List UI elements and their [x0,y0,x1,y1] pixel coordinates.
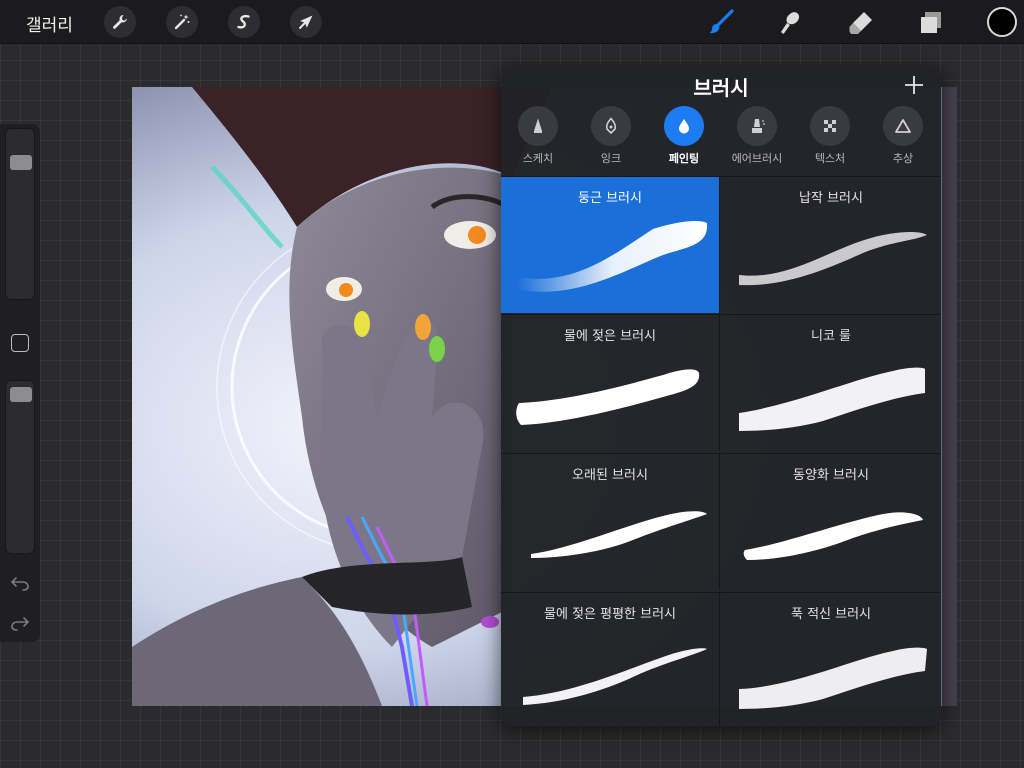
panel-title: 브러시 [693,76,749,100]
brush-item-old[interactable]: 오래된 브러시 [501,453,720,590]
airbrush-icon [752,119,765,133]
selection-button[interactable] [228,6,260,38]
pen-nib-icon [605,117,617,135]
magic-wand-icon [174,14,190,30]
selection-s-icon [237,14,250,29]
brush-stroke-preview [739,647,927,709]
erase-tool-button[interactable] [845,6,877,38]
adjustments-button[interactable] [166,6,198,38]
transform-button[interactable] [290,6,322,38]
brush-item-wet[interactable]: 물에 젖은 브러시 [501,314,720,451]
brush-list: 둥근 브러시 납작 브러시 물에 젖은 브러시 니코 룰 오래된 브러시 동양화… [501,176,941,726]
brush-item-flat[interactable]: 납작 브러시 [721,176,941,313]
layers-icon [921,12,941,33]
actions-button[interactable] [104,6,136,38]
brush-size-slider[interactable] [5,128,35,300]
color-picker-button[interactable] [987,7,1017,37]
brush-stroke-preview [516,369,700,425]
brush-stroke-preview [531,511,707,558]
brush-stroke-preview [743,512,923,560]
brush-stroke-preview [523,648,707,705]
redo-icon [11,617,29,631]
layers-button[interactable] [915,6,947,38]
brush-size-thumb[interactable] [10,155,32,170]
gallery-button[interactable]: 갤러리 [26,11,73,36]
eraser-icon [849,12,872,34]
brush-item-oriental[interactable]: 동양화 브러시 [721,453,941,590]
modify-button[interactable] [11,334,29,352]
brush-item-wet-flat[interactable]: 물에 젖은 평평한 브러시 [501,592,720,726]
brush-item-soaked[interactable]: 푹 적신 브러시 [721,592,941,726]
category-painting[interactable]: 페인팅 [652,106,716,166]
undo-icon [11,577,29,591]
brush-stroke-preview [739,367,925,431]
left-sidebar [0,124,40,642]
brush-item-nikko-rull[interactable]: 니코 룰 [721,314,941,451]
category-abstract[interactable]: 추상 [871,106,935,166]
texture-icon [824,120,836,132]
category-texture[interactable]: 텍스처 [798,106,862,166]
smudge-finger-icon [781,12,800,34]
category-ink[interactable]: 잉크 [579,106,643,166]
brush-icon [709,9,734,34]
category-airbrush[interactable]: 에어브러시 [725,106,789,166]
arrow-cursor-icon [299,15,313,29]
brush-library-panel: 브러시 스케치 잉크 페인팅 에어브러시 텍스처 추상 둥근 브러시 납작 브러… [501,66,941,726]
opacity-slider[interactable] [5,380,35,554]
top-toolbar: 갤러리 [0,0,1024,44]
opacity-thumb[interactable] [10,387,32,402]
smudge-tool-button[interactable] [775,6,807,38]
triangle-icon [895,119,911,133]
droplet-icon [679,119,689,134]
brush-item-round[interactable]: 둥근 브러시 [501,176,720,313]
brush-stroke-preview [739,232,927,286]
pencil-icon [534,118,542,133]
brush-stroke-preview [517,221,708,292]
category-sketch[interactable]: 스케치 [506,106,570,166]
plus-icon[interactable] [903,74,925,96]
wrench-icon [113,15,127,29]
brush-category-list: 스케치 잉크 페인팅 에어브러시 텍스처 추상 [501,106,941,172]
undo-button[interactable] [9,572,31,594]
redo-button[interactable] [9,612,31,634]
paint-tool-button[interactable] [705,6,737,38]
